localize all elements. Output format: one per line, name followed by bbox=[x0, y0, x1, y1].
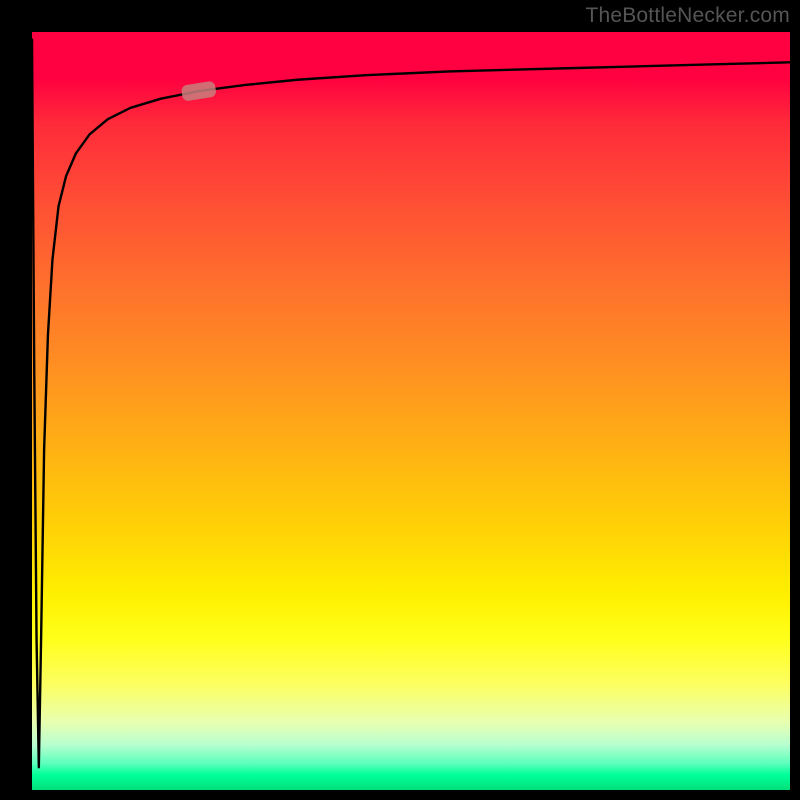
curve-layer bbox=[32, 32, 790, 790]
curve-marker bbox=[181, 80, 217, 101]
plot-area bbox=[32, 32, 790, 790]
watermark-text: TheBottleNecker.com bbox=[585, 4, 790, 28]
bottleneck-curve bbox=[32, 40, 790, 768]
chart-frame: TheBottleNecker.com bbox=[0, 0, 800, 800]
